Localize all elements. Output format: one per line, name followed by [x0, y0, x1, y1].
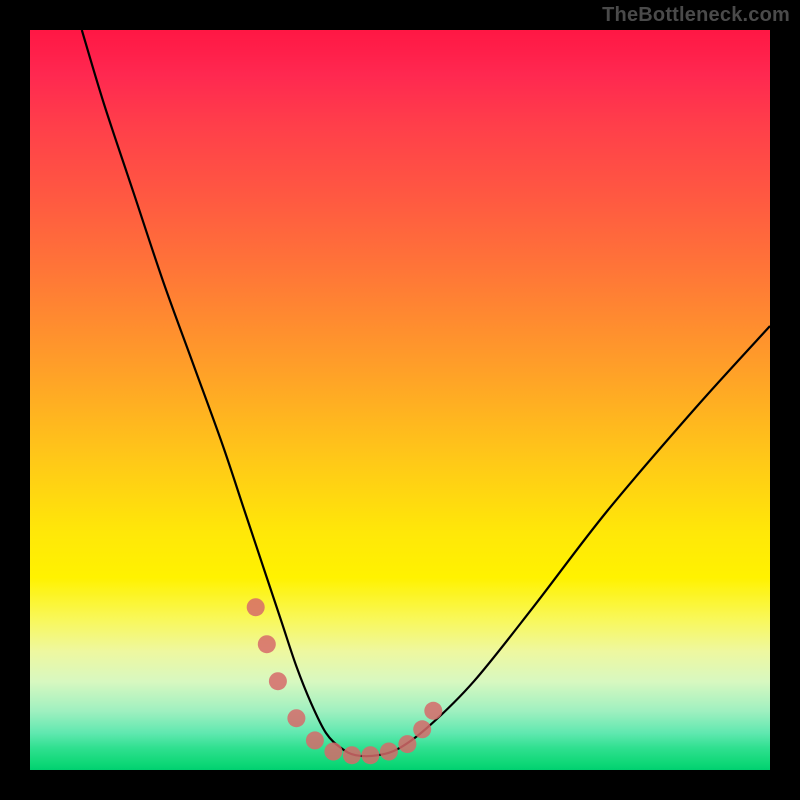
highlight-dot: [258, 635, 276, 653]
watermark-text: TheBottleneck.com: [602, 4, 790, 27]
highlight-dot: [380, 743, 398, 761]
highlight-dot: [287, 709, 305, 727]
highlight-dot: [361, 746, 379, 764]
highlight-dot: [269, 672, 287, 690]
highlight-dot: [343, 746, 361, 764]
highlight-dot: [324, 743, 342, 761]
plot-area: [30, 30, 770, 770]
curve-path: [82, 30, 770, 756]
highlight-dot: [247, 598, 265, 616]
curve-svg: [30, 30, 770, 770]
chart-frame: TheBottleneck.com: [0, 0, 800, 800]
highlight-dots-group: [247, 598, 443, 764]
bottleneck-curve-line: [82, 30, 770, 756]
highlight-dot: [424, 702, 442, 720]
highlight-dot: [413, 720, 431, 738]
highlight-dot: [398, 735, 416, 753]
highlight-dot: [306, 731, 324, 749]
